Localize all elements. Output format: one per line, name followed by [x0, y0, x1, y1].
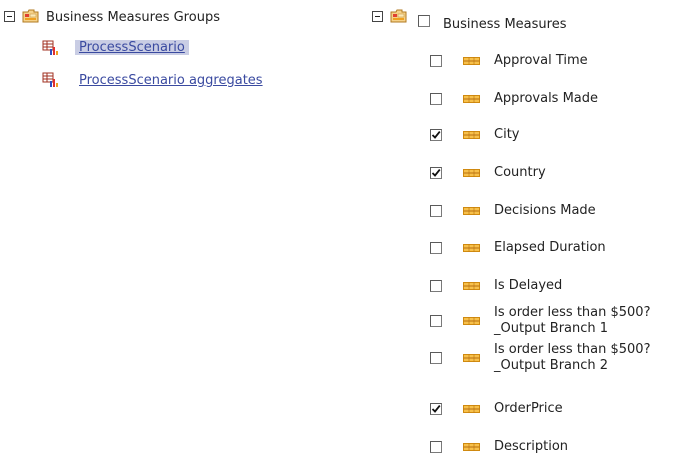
measure-icon — [463, 131, 480, 139]
business-measures-folder-icon — [390, 9, 407, 23]
measure-icon — [463, 405, 480, 413]
measure-icon — [463, 354, 480, 362]
collapse-icon[interactable] — [372, 11, 383, 22]
measure-icon — [463, 443, 480, 451]
measure-label: Is Delayed — [494, 278, 563, 293]
measure-label: City — [494, 127, 520, 142]
measure-group-icon — [42, 40, 58, 55]
left-root-label: Business Measures Groups — [46, 10, 220, 25]
right-root-label: Business Measures — [443, 17, 567, 32]
measure-label: Approvals Made — [494, 91, 599, 106]
measure-icon — [463, 207, 480, 215]
measure-checkbox[interactable] — [430, 55, 442, 67]
measure-checkbox[interactable] — [430, 280, 442, 292]
measure-label: Is order less than $500? _Output Branch 2 — [494, 342, 651, 373]
measure-icon — [463, 169, 480, 177]
measure-checkbox[interactable] — [430, 129, 442, 141]
measure-icon — [463, 282, 480, 290]
collapse-icon[interactable] — [4, 11, 15, 22]
measure-icon — [463, 57, 480, 65]
measure-checkbox[interactable] — [430, 93, 442, 105]
measure-icon — [463, 317, 480, 325]
measure-checkbox[interactable] — [430, 441, 442, 453]
business-measures-folder-icon — [22, 9, 39, 23]
measure-icon — [463, 95, 480, 103]
measure-checkbox[interactable] — [430, 167, 442, 179]
measure-icon — [463, 244, 480, 252]
group-link-processscenario[interactable]: ProcessScenario — [75, 40, 189, 55]
measure-checkbox[interactable] — [430, 352, 442, 364]
measure-checkbox[interactable] — [430, 205, 442, 217]
measure-checkbox[interactable] — [430, 403, 442, 415]
measure-label: OrderPrice — [494, 401, 563, 416]
measure-label: Approval Time — [494, 53, 588, 68]
group-link-processscenario-aggregates[interactable]: ProcessScenario aggregates — [79, 73, 263, 88]
measure-label: Description — [494, 439, 569, 454]
measure-label: Country — [494, 165, 546, 180]
measure-label: Is order less than $500? _Output Branch 1 — [494, 305, 651, 336]
measure-label: Elapsed Duration — [494, 240, 606, 255]
measure-label: Decisions Made — [494, 203, 596, 218]
measure-checkbox[interactable] — [430, 242, 442, 254]
root-checkbox[interactable] — [418, 15, 430, 27]
measure-group-icon — [42, 72, 58, 87]
measure-checkbox[interactable] — [430, 315, 442, 327]
